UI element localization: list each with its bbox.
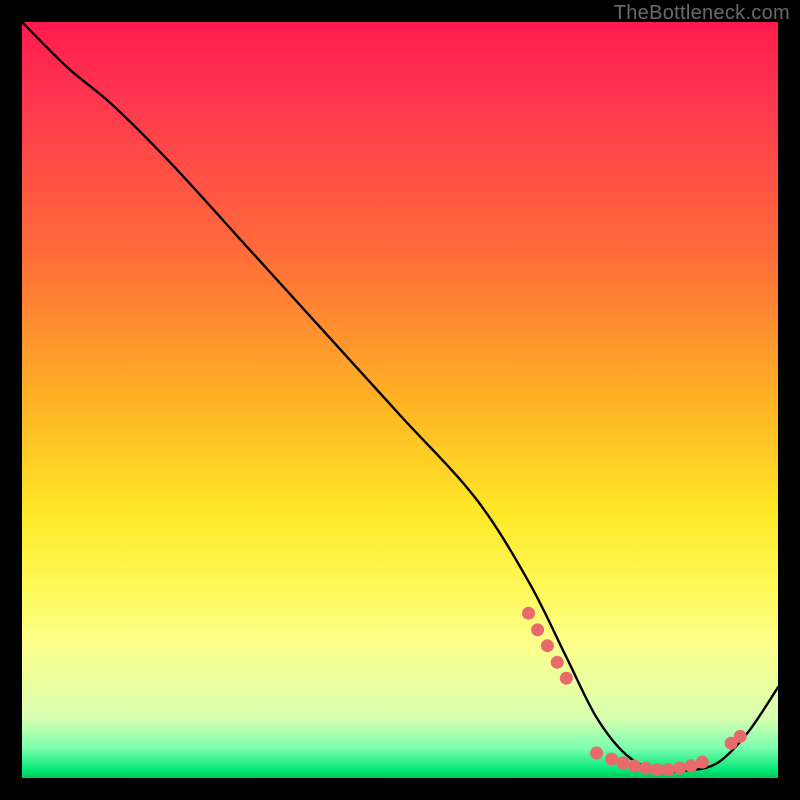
highlight-dot bbox=[685, 759, 698, 772]
highlight-dot bbox=[734, 730, 747, 743]
highlight-dot bbox=[605, 753, 618, 766]
chart-svg bbox=[22, 22, 778, 778]
highlight-dot bbox=[696, 756, 709, 769]
highlight-dot bbox=[662, 763, 675, 776]
highlight-dot bbox=[651, 763, 664, 776]
highlight-dot bbox=[531, 623, 544, 636]
highlight-dot bbox=[639, 762, 652, 775]
bottleneck-curve bbox=[22, 22, 778, 772]
highlight-dot bbox=[628, 759, 641, 772]
highlight-dot bbox=[541, 639, 554, 652]
highlight-dot bbox=[673, 762, 686, 775]
highlight-dots bbox=[522, 607, 747, 776]
highlight-dot bbox=[560, 672, 573, 685]
highlight-dot bbox=[522, 607, 535, 620]
highlight-dot bbox=[617, 756, 630, 769]
highlight-dot bbox=[551, 656, 564, 669]
chart-frame: TheBottleneck.com bbox=[0, 0, 800, 800]
watermark-text: TheBottleneck.com bbox=[614, 2, 790, 25]
highlight-dot bbox=[590, 747, 603, 760]
